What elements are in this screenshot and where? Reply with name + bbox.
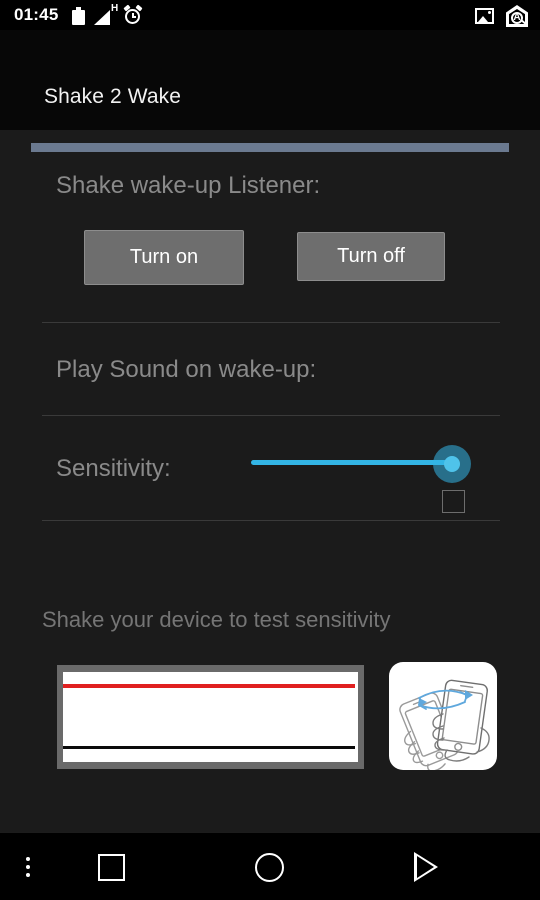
battery-icon (72, 7, 85, 25)
turn-off-button[interactable]: Turn off (297, 232, 445, 281)
app-shortcut-icon: A (506, 5, 528, 27)
graph-threshold-line (63, 684, 356, 688)
circle-home-icon[interactable] (255, 853, 284, 882)
title-bar: Shake 2 Wake (0, 30, 540, 152)
alarm-clock-icon (123, 4, 143, 25)
shake-phone-icon (389, 662, 497, 770)
app-screen: 01:45 H A Shake 2 Wake Shake wake-up Lis… (0, 0, 540, 900)
navigation-bar (0, 832, 540, 900)
sensitivity-graph-canvas (63, 672, 358, 762)
section-divider (42, 520, 500, 521)
play-sound-label: Play Sound on wake-up: (56, 356, 317, 383)
status-clock: 01:45 (14, 5, 59, 24)
sensitivity-slider-thumb[interactable] (444, 456, 460, 472)
section-divider (42, 322, 500, 323)
network-type-label: H (111, 3, 119, 14)
sensitivity-slider-track[interactable] (251, 460, 452, 465)
graph-trace-line (63, 746, 356, 749)
shake-test-hint: Shake your device to test sensitivity (42, 607, 391, 632)
turn-on-button[interactable]: Turn on (84, 230, 244, 285)
sensitivity-graph-panel (57, 665, 364, 769)
square-recents-icon[interactable] (98, 854, 125, 881)
sensitivity-label: Sensitivity: (56, 455, 171, 482)
image-icon (475, 8, 494, 24)
listener-section-label: Shake wake-up Listener: (56, 172, 321, 199)
play-sound-checkbox[interactable] (442, 490, 465, 513)
triangle-back-icon[interactable] (412, 852, 442, 883)
status-bar: 01:45 H A (0, 0, 540, 30)
overflow-menu-icon[interactable] (14, 853, 42, 881)
section-divider (42, 415, 500, 416)
page-title: Shake 2 Wake (44, 85, 181, 108)
signal-triangle-icon: H (94, 3, 120, 25)
